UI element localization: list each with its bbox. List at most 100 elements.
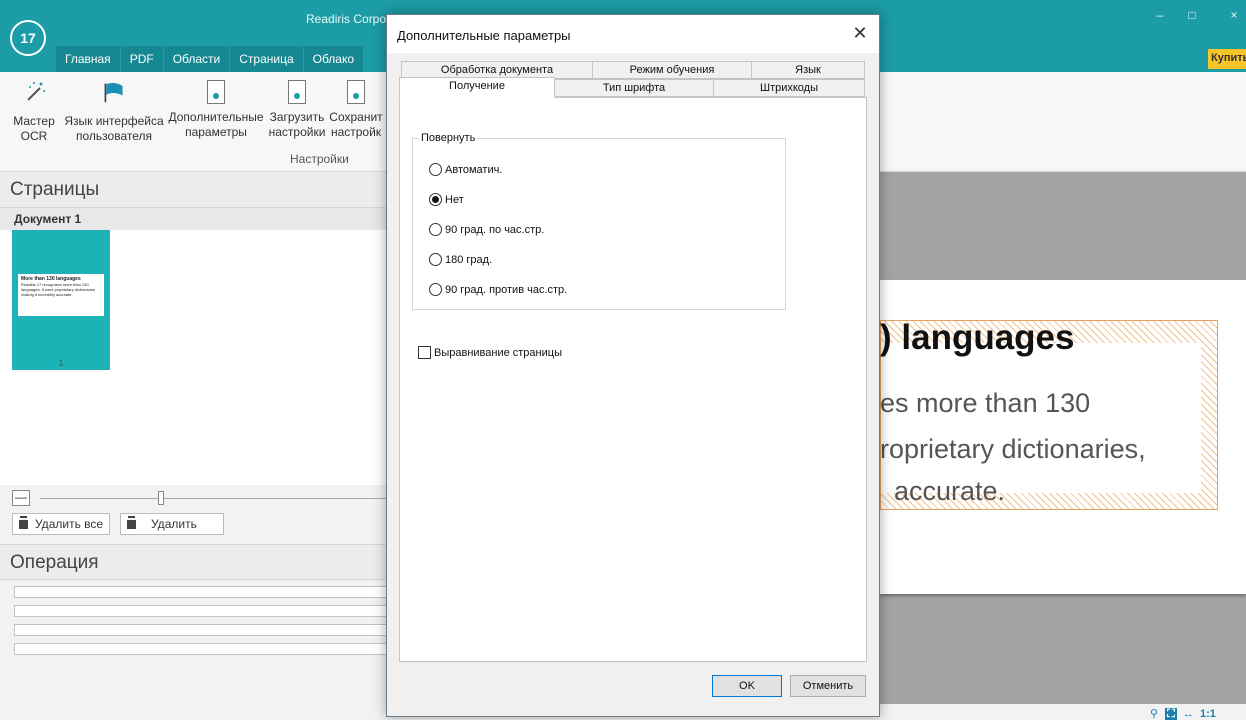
ribbon-tabs: Главная PDF Области Страница Облако (56, 46, 365, 72)
operation-progress-bar (14, 605, 390, 617)
thumbnail-zoom-row: — (0, 485, 390, 511)
pages-header: Страницы (0, 172, 390, 208)
page-thumbnail[interactable]: More than 130 languages Readiris 17 reco… (12, 230, 110, 370)
ocr-wizard-button[interactable]: Мастер OCR (6, 78, 62, 144)
settings-document-icon (207, 80, 225, 104)
thumbnail-text: Readiris 17 recognizes more than 130 lan… (21, 282, 96, 297)
deskew-checkbox[interactable] (418, 346, 431, 359)
tab-zones[interactable]: Области (163, 46, 231, 72)
close-icon[interactable]: ✕ (849, 23, 871, 44)
buy-button[interactable]: Купить (1208, 49, 1246, 69)
ribbon-label: OCR (20, 129, 48, 143)
close-window-button[interactable]: × (1224, 8, 1244, 22)
delete-all-label: Удалить все (35, 517, 104, 531)
tab-acquisition[interactable]: Получение (399, 77, 555, 98)
page-number: 1 (58, 358, 64, 368)
thumbnail-content: More than 130 languages Readiris 17 reco… (18, 274, 104, 316)
maximize-button[interactable]: □ (1182, 8, 1202, 22)
fit-page-icon[interactable]: ⛶ (1165, 708, 1177, 720)
ribbon-label: Сохранит (329, 110, 383, 124)
ribbon-group-label: Настройки (290, 152, 349, 166)
preview-page[interactable]: ) languages es more than 130 roprietary … (880, 280, 1246, 594)
ok-button[interactable]: OK (712, 675, 782, 697)
ui-language-button[interactable]: Язык интерфейса пользователя (62, 78, 166, 144)
radio-rotate-90-cw[interactable]: 90 град. по час.стр. (429, 223, 544, 236)
delete-button[interactable]: Удалить (120, 513, 224, 535)
minimize-button[interactable]: – (1150, 8, 1170, 22)
radio-rotate-180[interactable]: 180 град. (429, 253, 492, 266)
tab-pdf[interactable]: PDF (120, 46, 164, 72)
tab-barcodes[interactable]: Штрихкоды (713, 79, 865, 97)
radio-button-checked[interactable] (429, 193, 442, 206)
radio-rotate-none[interactable]: Нет (429, 193, 464, 206)
rotate-group: Повернуть Автоматич. Нет 90 град. по час… (412, 132, 786, 310)
load-settings-button[interactable]: Загрузить настройки (268, 78, 326, 140)
radio-button[interactable] (429, 223, 442, 236)
document-label: Документ 1 (0, 208, 390, 230)
flag-icon (104, 82, 123, 103)
rotate-legend: Повернуть (419, 132, 478, 144)
tab-cloud[interactable]: Облако (303, 46, 365, 72)
zoom-level[interactable]: 1:1 (1200, 708, 1216, 720)
ribbon-label: пользователя (76, 129, 152, 143)
dialog-titlebar: Дополнительные параметры ✕ (387, 15, 879, 53)
radio-button[interactable] (429, 283, 442, 296)
radio-label: Нет (445, 194, 464, 206)
app-logo-icon: 17 (10, 20, 46, 56)
advanced-settings-button[interactable]: Дополнительные параметры (166, 78, 266, 140)
preview-text-line: roprietary dictionaries, (880, 434, 1146, 464)
radio-button[interactable] (429, 163, 442, 176)
radio-rotate-auto[interactable]: Автоматич. (429, 163, 502, 176)
preview-text-line: accurate. (894, 476, 1006, 506)
ribbon-label: Дополнительные (168, 110, 264, 124)
zoom-slider-handle[interactable] (158, 491, 164, 505)
ribbon-label: параметры (185, 125, 247, 139)
ribbon-label: настройк (330, 125, 382, 139)
acquisition-tab-panel: Повернуть Автоматич. Нет 90 град. по час… (399, 97, 867, 662)
load-settings-icon (288, 80, 306, 104)
deskew-label: Выравнивание страницы (434, 347, 562, 359)
trash-icon (19, 518, 28, 529)
radio-label: 180 град. (445, 254, 493, 266)
save-settings-button[interactable]: Сохранит настройк (326, 78, 386, 140)
ribbon-label: Язык интерфейса (64, 114, 164, 128)
zoom-out-button[interactable]: — (12, 490, 30, 506)
operation-progress-bar (14, 624, 390, 636)
operation-progress-bar (14, 643, 390, 655)
advanced-settings-dialog: Дополнительные параметры ✕ Обработка док… (386, 14, 880, 717)
dialog-title: Дополнительные параметры (397, 28, 571, 43)
radio-rotate-90-ccw[interactable]: 90 град. против час.стр. (429, 283, 567, 296)
tab-training-mode[interactable]: Режим обучения (592, 61, 752, 79)
zoom-slider-track[interactable] (40, 498, 390, 499)
radio-label: Автоматич. (445, 164, 503, 176)
radio-label: 90 град. против час.стр. (445, 284, 568, 296)
search-icon[interactable]: ⚲ (1150, 708, 1158, 720)
preview-heading: ) languages (880, 318, 1075, 357)
pages-title: Страницы (10, 179, 100, 200)
deskew-checkbox-row[interactable]: Выравнивание страницы (418, 346, 562, 359)
ribbon-label: Мастер (13, 114, 55, 128)
radio-button[interactable] (429, 253, 442, 266)
ribbon-label: Загрузить (269, 110, 325, 124)
status-zoom-controls[interactable]: ⚲ ⛶ ↔ 1:1 (1150, 707, 1216, 720)
magic-wand-icon (27, 82, 45, 101)
radio-label: 90 град. по час.стр. (445, 224, 545, 236)
fit-width-icon[interactable]: ↔ (1183, 708, 1194, 720)
tab-home[interactable]: Главная (56, 46, 121, 72)
operation-header: Операция (0, 544, 390, 580)
operation-progress-bar (14, 586, 390, 598)
delete-all-button[interactable]: Удалить все (12, 513, 111, 535)
ribbon-label: настройки (268, 125, 326, 139)
tab-font-type[interactable]: Тип шрифта (554, 79, 714, 97)
cancel-button[interactable]: Отменить (790, 675, 866, 697)
document-name: Документ 1 (14, 212, 82, 226)
tab-language[interactable]: Язык (751, 61, 865, 79)
tab-page[interactable]: Страница (230, 46, 304, 72)
save-settings-icon (347, 80, 365, 104)
window-title: Readiris Corpo (306, 12, 387, 26)
operation-title: Операция (10, 552, 99, 573)
delete-label: Удалить (151, 517, 197, 531)
preview-text-line: es more than 130 (880, 388, 1091, 418)
pages-area: More than 130 languages Readiris 17 reco… (0, 230, 390, 485)
trash-icon (127, 518, 136, 529)
